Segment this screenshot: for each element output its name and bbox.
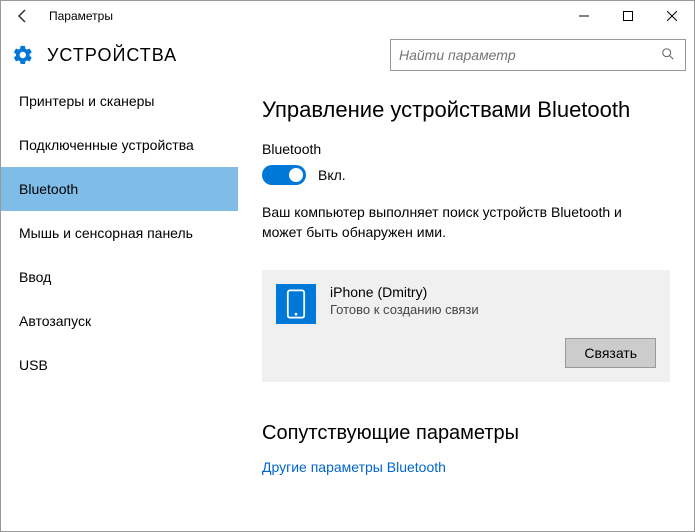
bluetooth-description: Ваш компьютер выполняет поиск устройств … (262, 203, 652, 242)
sidebar-item-6[interactable]: USB (1, 343, 238, 387)
sidebar-item-5[interactable]: Автозапуск (1, 299, 238, 343)
back-button[interactable] (1, 1, 45, 31)
sidebar-item-0[interactable]: Принтеры и сканеры (1, 79, 238, 123)
toggle-group-label: Bluetooth (262, 141, 670, 157)
page-title: УСТРОЙСТВА (47, 45, 177, 66)
close-button[interactable] (650, 1, 694, 31)
device-card[interactable]: iPhone (Dmitry) Готово к созданию связи … (262, 270, 670, 382)
gear-icon (11, 43, 35, 67)
related-section-title: Сопутствующие параметры (262, 422, 670, 445)
sidebar: Принтеры и сканерыПодключенные устройств… (1, 79, 238, 531)
section-title: Управление устройствами Bluetooth (262, 97, 670, 123)
sidebar-item-1[interactable]: Подключенные устройства (1, 123, 238, 167)
related-link-bluetooth[interactable]: Другие параметры Bluetooth (262, 459, 670, 475)
device-status: Готово к созданию связи (330, 302, 479, 317)
maximize-button[interactable] (606, 1, 650, 31)
sidebar-item-3[interactable]: Мышь и сенсорная панель (1, 211, 238, 255)
device-name: iPhone (Dmitry) (330, 284, 479, 300)
search-box[interactable] (390, 39, 686, 71)
search-icon (661, 47, 677, 63)
connect-button[interactable]: Связать (565, 338, 656, 368)
sidebar-item-2[interactable]: Bluetooth (1, 167, 238, 211)
toggle-state-label: Вкл. (318, 167, 346, 183)
minimize-button[interactable] (562, 1, 606, 31)
phone-icon (276, 284, 316, 324)
search-input[interactable] (399, 47, 661, 63)
window-title: Параметры (45, 9, 113, 23)
titlebar: Параметры (1, 1, 694, 31)
sidebar-item-4[interactable]: Ввод (1, 255, 238, 299)
main-panel: Управление устройствами Bluetooth Blueto… (238, 79, 694, 531)
bluetooth-toggle[interactable] (262, 165, 306, 185)
header: УСТРОЙСТВА (1, 31, 694, 79)
